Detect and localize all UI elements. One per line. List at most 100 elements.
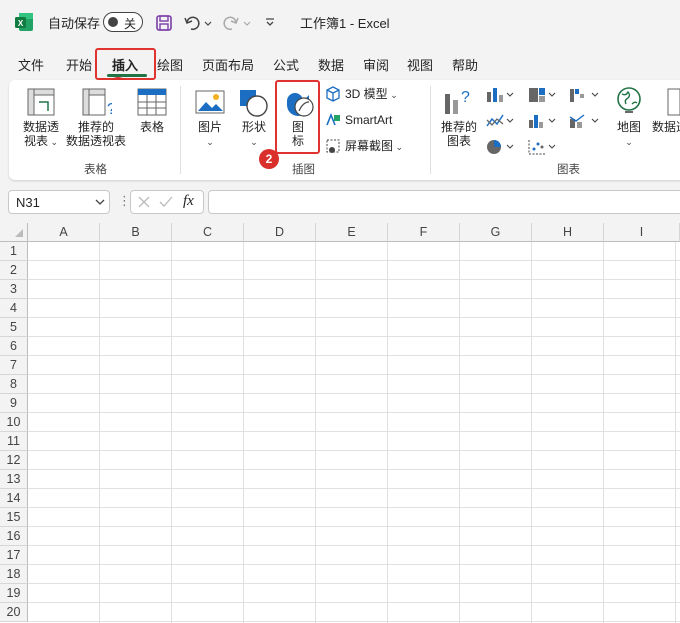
line-chart-icon[interactable] (485, 112, 515, 130)
map-label: 地图 (616, 120, 641, 134)
column-header-g[interactable]: G (460, 223, 532, 242)
row-header-20[interactable]: 20 (0, 603, 28, 622)
group-label-illustrations: 插图 (292, 164, 315, 176)
insert-function-button[interactable]: fx (183, 193, 194, 210)
select-all-corner[interactable] (0, 223, 28, 242)
tab-data[interactable]: 数据 (318, 55, 344, 74)
shapes-button[interactable]: 形状 ⌄ (236, 120, 272, 149)
screenshot-button[interactable]: 屏幕截图 ⌄ (345, 139, 403, 154)
row-header-8[interactable]: 8 (0, 375, 28, 394)
worksheet-grid[interactable] (0, 223, 680, 623)
gridline (28, 507, 680, 508)
scatter-chart-icon[interactable] (527, 138, 557, 156)
undo-icon[interactable] (183, 14, 213, 32)
combo-chart-icon[interactable] (568, 112, 600, 130)
formula-input[interactable] (208, 190, 680, 214)
gridline (28, 450, 680, 451)
gridline (387, 242, 388, 623)
column-header-b[interactable]: B (100, 223, 172, 242)
row-header-16[interactable]: 16 (0, 527, 28, 546)
row-header-11[interactable]: 11 (0, 432, 28, 451)
window-title: 工作簿1 - Excel (300, 16, 390, 31)
shapes-label: 形状 (241, 120, 266, 134)
pivot-table-icon (27, 88, 55, 116)
gridline (28, 355, 680, 356)
gridline (675, 242, 676, 623)
recommended-charts-button[interactable]: 推荐的 图表 (438, 120, 480, 148)
map-chart-icon (617, 87, 641, 113)
row-header-4[interactable]: 4 (0, 299, 28, 318)
row-header-3[interactable]: 3 (0, 280, 28, 299)
column-chart-icon[interactable] (485, 86, 515, 104)
gridline (459, 242, 460, 623)
row-header-7[interactable]: 7 (0, 356, 28, 375)
tab-home[interactable]: 开始 (66, 55, 92, 74)
recchart-label-2: 图表 (446, 134, 471, 148)
gridline (531, 242, 532, 623)
column-header-d[interactable]: D (244, 223, 316, 242)
name-box-value: N31 (16, 195, 40, 210)
row-header-18[interactable]: 18 (0, 565, 28, 584)
row-header-10[interactable]: 10 (0, 413, 28, 432)
tab-formulas[interactable]: 公式 (273, 55, 299, 74)
3d-model-button[interactable]: 3D 模型 ⌄ (345, 87, 398, 102)
row-header-13[interactable]: 13 (0, 470, 28, 489)
waterfall-chart-icon[interactable] (568, 86, 600, 104)
column-header-c[interactable]: C (172, 223, 244, 242)
pivot-table-button[interactable]: 数据透 视表 ⌄ (18, 120, 64, 149)
row-header-5[interactable]: 5 (0, 318, 28, 337)
callout-badge-2: 2 (259, 149, 279, 169)
cancel-icon[interactable] (138, 196, 150, 208)
gridline (28, 488, 680, 489)
gridline (28, 469, 680, 470)
row-header-15[interactable]: 15 (0, 508, 28, 527)
column-header-a[interactable]: A (28, 223, 100, 242)
redo-icon[interactable] (222, 14, 252, 32)
tab-file[interactable]: 文件 (18, 55, 44, 74)
row-header-17[interactable]: 17 (0, 546, 28, 565)
gridline (603, 242, 604, 623)
excel-logo-icon: X (15, 13, 33, 31)
autosave-state: 关 (124, 17, 137, 31)
map-button[interactable]: 地图 ⌄ (613, 120, 645, 149)
row-header-14[interactable]: 14 (0, 489, 28, 508)
pivot-label-2: 视表 (23, 134, 48, 148)
gridline (28, 279, 680, 280)
gridline (28, 526, 680, 527)
tab-help[interactable]: 帮助 (452, 55, 478, 74)
row-header-19[interactable]: 19 (0, 584, 28, 603)
pictures-button[interactable]: 图片 ⌄ (192, 120, 228, 149)
tab-draw[interactable]: 绘图 (157, 55, 183, 74)
row-header-1[interactable]: 1 (0, 242, 28, 261)
column-header-e[interactable]: E (316, 223, 388, 242)
name-box[interactable]: N31 (8, 190, 110, 214)
gridline (28, 298, 680, 299)
3d-model-label: 3D 模型 (345, 87, 388, 101)
screenshot-label: 屏幕截图 (345, 139, 394, 153)
hierarchy-chart-icon[interactable] (527, 86, 557, 104)
smartart-icon (326, 112, 340, 126)
gridline (28, 602, 680, 603)
pivot-chart-button[interactable]: 数据透 (652, 120, 680, 134)
table-button[interactable]: 表格 (134, 120, 170, 134)
pie-chart-icon[interactable] (485, 138, 515, 156)
column-header-f[interactable]: F (388, 223, 460, 242)
group-separator (430, 86, 431, 174)
recommended-pivot-button[interactable]: 推荐的 数据透视表 (64, 120, 128, 148)
row-header-9[interactable]: 9 (0, 394, 28, 413)
row-header-6[interactable]: 6 (0, 337, 28, 356)
enter-icon[interactable] (159, 196, 173, 208)
tab-view[interactable]: 视图 (407, 55, 433, 74)
tab-review[interactable]: 审阅 (363, 55, 389, 74)
save-icon[interactable] (155, 14, 173, 32)
column-header-h[interactable]: H (532, 223, 604, 242)
autosave-toggle[interactable]: 关 (103, 12, 143, 32)
svg-text:?: ? (107, 101, 112, 118)
customize-toolbar-icon[interactable] (264, 16, 276, 28)
row-header-12[interactable]: 12 (0, 451, 28, 470)
smartart-button[interactable]: SmartArt (345, 113, 392, 127)
statistic-chart-icon[interactable] (527, 112, 557, 130)
column-header-i[interactable]: I (604, 223, 680, 242)
row-header-2[interactable]: 2 (0, 261, 28, 280)
tab-page-layout[interactable]: 页面布局 (202, 55, 254, 74)
